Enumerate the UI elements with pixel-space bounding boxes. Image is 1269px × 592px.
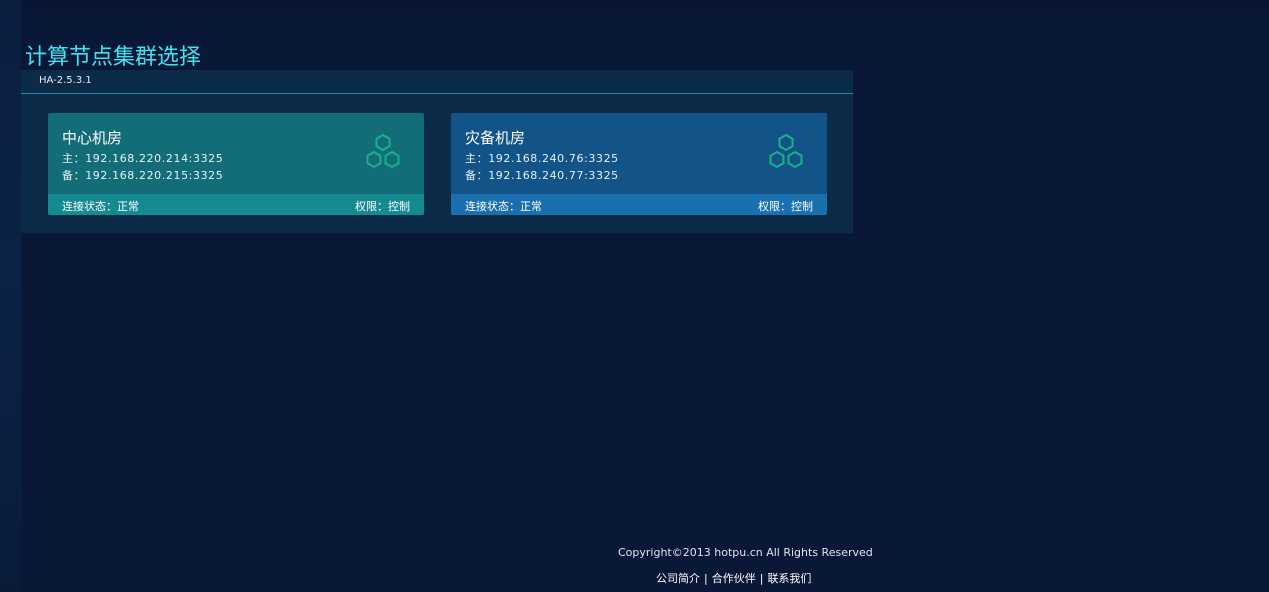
left-edge-strip	[0, 0, 21, 592]
cluster-card-central[interactable]: 中心机房 主：192.168.220.214:3325 备：192.168.22…	[48, 113, 424, 215]
footer-separator: |	[704, 572, 708, 585]
page-title: 计算节点集群选择	[25, 44, 202, 70]
hexagon-cluster-icon	[366, 133, 400, 169]
version-label: HA-2.5.3.1	[39, 75, 92, 86]
backup-address: 备：192.168.240.77:3325	[465, 169, 619, 182]
primary-address: 主：192.168.240.76:3325	[465, 152, 619, 165]
footer-separator: |	[759, 572, 764, 585]
permission-label: 权限：控制	[355, 200, 410, 213]
cluster-panel: HA-2.5.3.1 中心机房 主：192.168.220.214:3325 备…	[21, 70, 853, 233]
connection-status: 连接状态：正常	[465, 200, 542, 213]
cluster-name: 灾备机房	[465, 129, 526, 147]
card-footer: 连接状态：正常 权限：控制	[451, 194, 827, 215]
cluster-card-disaster-recovery[interactable]: 灾备机房 主：192.168.240.76:3325 备：192.168.240…	[451, 113, 827, 215]
top-shade	[21, 0, 1269, 8]
footer-links: 公司简介 | 合作伙伴 | 联系我们	[656, 570, 811, 586]
connection-status: 连接状态：正常	[62, 200, 139, 213]
card-footer: 连接状态：正常 权限：控制	[48, 194, 424, 215]
backup-address: 备：192.168.220.215:3325	[62, 169, 224, 182]
cluster-name: 中心机房	[62, 129, 123, 147]
footer-link-partners[interactable]: 合作伙伴	[712, 572, 756, 585]
primary-address: 主：192.168.220.214:3325	[62, 152, 224, 165]
permission-label: 权限：控制	[758, 200, 813, 213]
footer-link-contact[interactable]: 联系我们	[767, 572, 811, 585]
copyright-text: Copyright©2013 hotpu.cn All Rights Reser…	[618, 546, 873, 559]
panel-header: HA-2.5.3.1	[21, 70, 853, 94]
hexagon-cluster-icon	[769, 133, 803, 169]
footer-link-about[interactable]: 公司简介	[656, 572, 700, 585]
